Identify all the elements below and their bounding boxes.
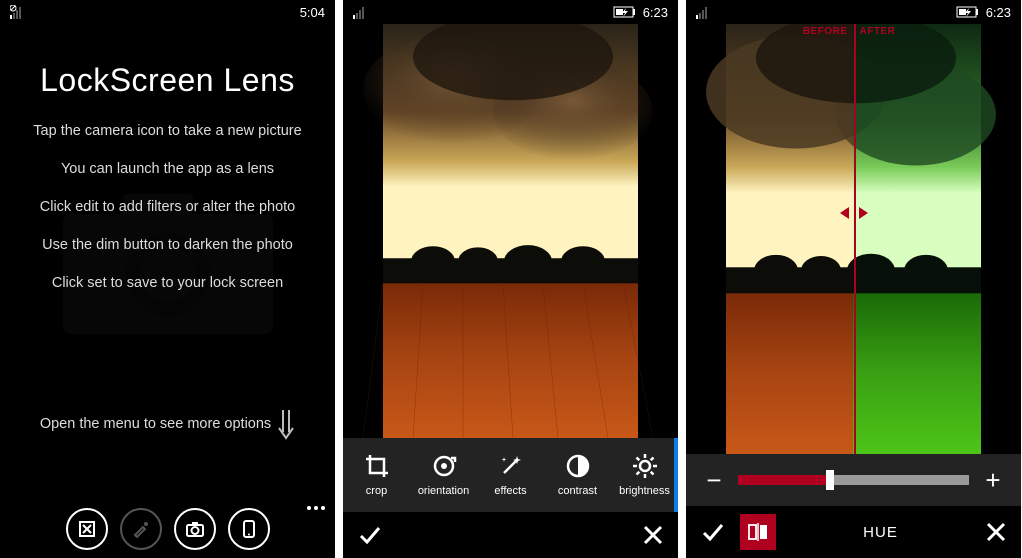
screen-editor: 6:23	[343, 0, 678, 558]
screen-hue-adjust: 6:23	[686, 0, 1021, 558]
instruction-line: Click set to save to your lock screen	[12, 275, 323, 291]
photo-compare[interactable]: BEFORE AFTER	[686, 24, 1021, 454]
brush-icon	[131, 519, 151, 539]
chevron-right-icon	[859, 207, 868, 219]
decrease-button[interactable]: −	[704, 465, 724, 496]
next-panel-indicator[interactable]	[674, 438, 678, 512]
battery-icon	[956, 6, 980, 18]
instruction-line: You can launch the app as a lens	[12, 161, 323, 177]
photo-preview[interactable]	[343, 24, 678, 438]
menu-hint: Open the menu to see more options	[40, 416, 271, 432]
slider-bar: − +	[686, 454, 1021, 506]
signal-icon	[696, 5, 710, 19]
instructions-list: Tap the camera icon to take a new pictur…	[12, 123, 323, 291]
phone-icon	[239, 519, 259, 539]
tool-contrast[interactable]: contrast	[544, 438, 611, 512]
signal-icon	[353, 5, 367, 19]
cancel-button[interactable]	[642, 524, 664, 546]
cancel-button[interactable]	[985, 521, 1007, 543]
instruction-line: Use the dim button to darken the photo	[12, 237, 323, 253]
set-button[interactable]	[228, 508, 270, 550]
slider-thumb[interactable]	[826, 470, 834, 490]
instruction-line: Click edit to add filters or alter the p…	[12, 199, 323, 215]
editor-bottom-bar	[343, 512, 678, 558]
tool-label: brightness	[619, 485, 670, 497]
after-label: AFTER	[854, 26, 1022, 37]
adjust-bottom-bar: HUE	[686, 506, 1021, 558]
more-button[interactable]	[307, 506, 325, 510]
editor-toolbar: crop orientation effects contrast	[343, 438, 678, 512]
app-bar	[0, 500, 335, 558]
app-title: LockScreen Lens	[12, 62, 323, 99]
tool-orientation[interactable]: orientation	[410, 438, 477, 512]
status-bar: 6:23	[343, 0, 678, 24]
instruction-line: Tap the camera icon to take a new pictur…	[12, 123, 323, 139]
chevron-left-icon	[840, 207, 849, 219]
edit-button[interactable]	[66, 508, 108, 550]
hue-slider[interactable]	[738, 475, 969, 485]
edit-icon	[77, 519, 97, 539]
adjustment-name: HUE	[790, 524, 971, 541]
brightness-icon	[632, 453, 658, 479]
status-bar: 6:23	[686, 0, 1021, 24]
tool-brightness[interactable]: brightness	[611, 438, 678, 512]
accept-button[interactable]	[357, 522, 383, 548]
crop-icon	[364, 453, 390, 479]
tool-label: contrast	[558, 485, 597, 497]
dim-button[interactable]	[120, 508, 162, 550]
screen-home: 5:04 LockScreen Lens Tap the camera icon…	[0, 0, 335, 558]
landscape-image	[343, 24, 678, 438]
tool-label: effects	[494, 485, 526, 497]
arrow-down-icon	[277, 408, 295, 440]
camera-button[interactable]	[174, 508, 216, 550]
tool-crop[interactable]: crop	[343, 438, 410, 512]
clock: 6:23	[986, 5, 1011, 20]
no-signal-icon	[10, 5, 24, 19]
battery-icon	[613, 6, 637, 18]
increase-button[interactable]: +	[983, 465, 1003, 496]
before-label: BEFORE	[686, 26, 854, 37]
effects-icon	[498, 453, 524, 479]
status-bar: 5:04	[0, 0, 335, 24]
tool-label: orientation	[418, 485, 469, 497]
compare-icon	[747, 521, 769, 543]
clock: 6:23	[643, 5, 668, 20]
compare-divider[interactable]	[854, 24, 856, 454]
tool-label: crop	[366, 485, 387, 497]
camera-icon	[185, 519, 205, 539]
contrast-icon	[565, 453, 591, 479]
clock: 5:04	[300, 5, 325, 20]
compare-handle[interactable]	[840, 207, 868, 219]
tool-effects[interactable]: effects	[477, 438, 544, 512]
orientation-icon	[431, 453, 457, 479]
accept-button[interactable]	[700, 519, 726, 545]
compare-mode-button[interactable]	[740, 514, 776, 550]
